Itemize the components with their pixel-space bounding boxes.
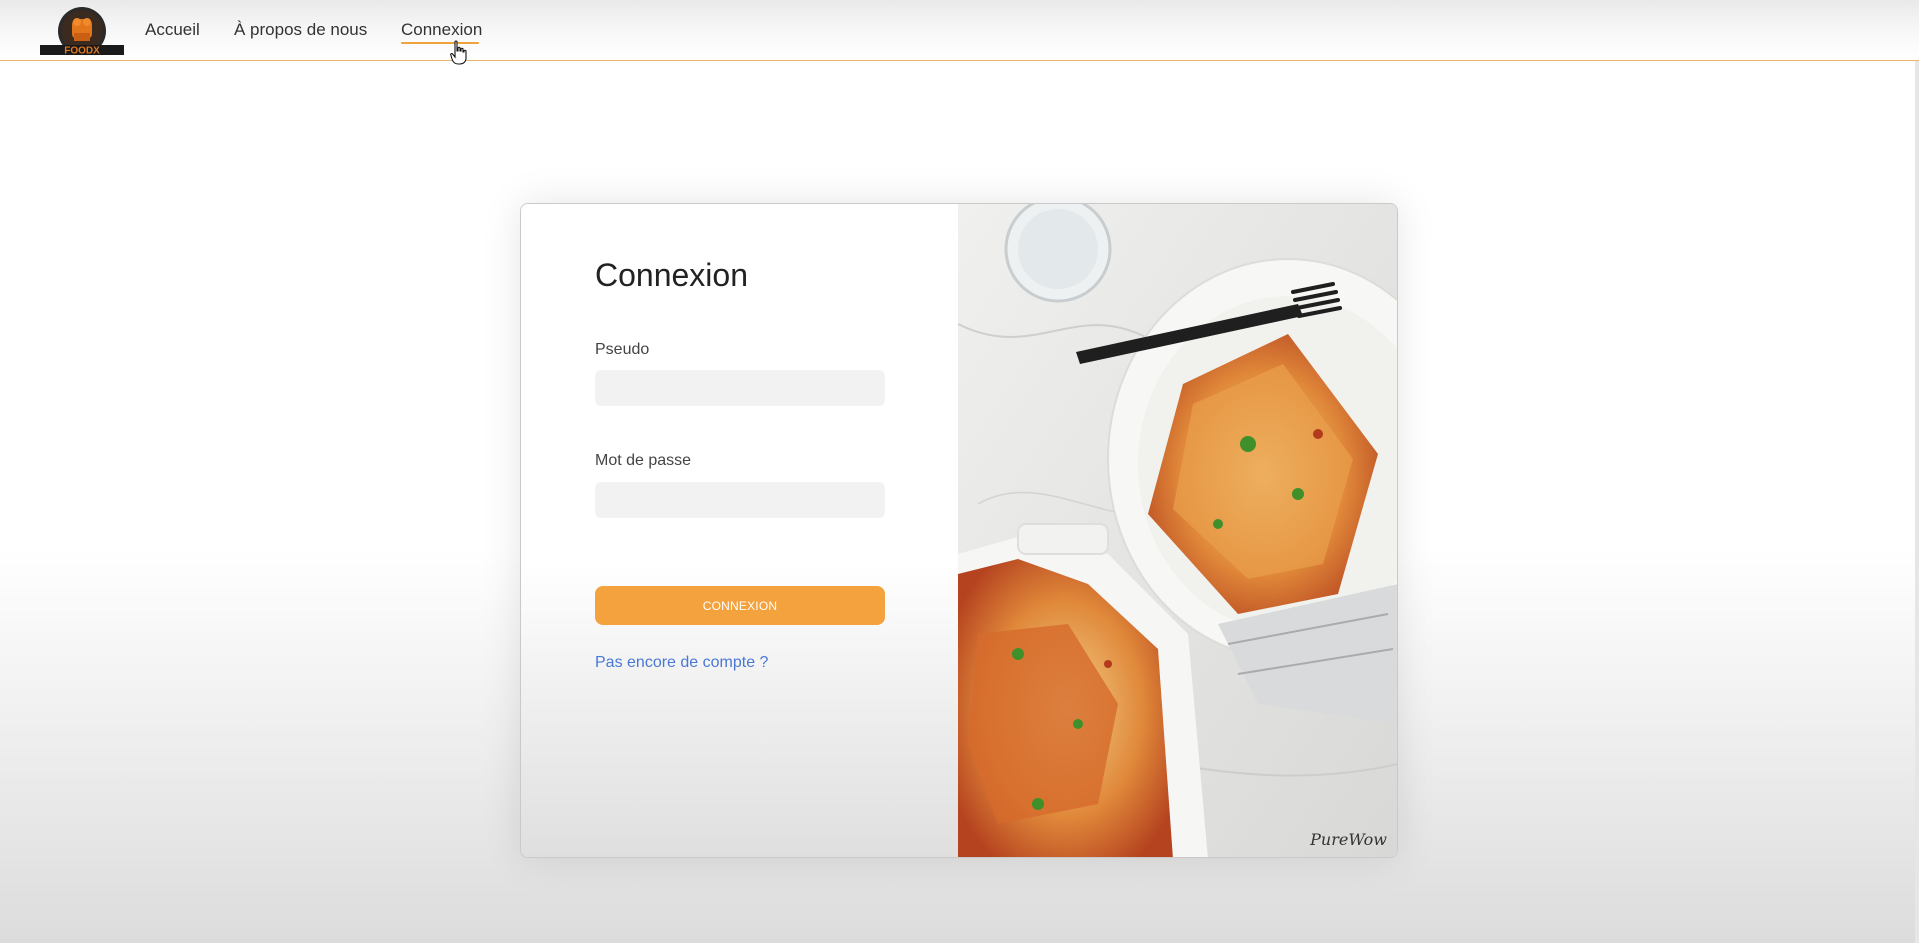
login-form-panel: Connexion Pseudo Mot de passe CONNEXION … bbox=[521, 204, 958, 857]
login-title: Connexion bbox=[595, 257, 748, 293]
nav-link-connexion[interactable]: Connexion bbox=[401, 20, 482, 40]
username-label: Pseudo bbox=[595, 341, 650, 358]
lasagna-photo: PureWow bbox=[958, 204, 1397, 857]
logo-text: FOODX bbox=[64, 46, 100, 57]
nav-link-accueil[interactable]: Accueil bbox=[145, 20, 200, 40]
brand-logo[interactable]: FOODX bbox=[40, 7, 124, 57]
password-input[interactable] bbox=[595, 482, 885, 518]
chef-hat-icon bbox=[72, 18, 92, 41]
login-submit-button[interactable]: CONNEXION bbox=[595, 586, 885, 625]
scrollbar[interactable] bbox=[1915, 0, 1919, 943]
signup-link[interactable]: Pas encore de compte ? bbox=[595, 654, 768, 672]
login-card: Connexion Pseudo Mot de passe CONNEXION … bbox=[520, 203, 1398, 858]
hand-cursor-icon bbox=[450, 40, 468, 66]
username-input[interactable] bbox=[595, 370, 885, 406]
nav-link-a-propos[interactable]: À propos de nous bbox=[234, 20, 367, 40]
photo-watermark: PureWow bbox=[1310, 830, 1387, 849]
top-navbar: FOODX Accueil À propos de nous Connexion bbox=[0, 0, 1919, 65]
password-label: Mot de passe bbox=[595, 452, 692, 469]
